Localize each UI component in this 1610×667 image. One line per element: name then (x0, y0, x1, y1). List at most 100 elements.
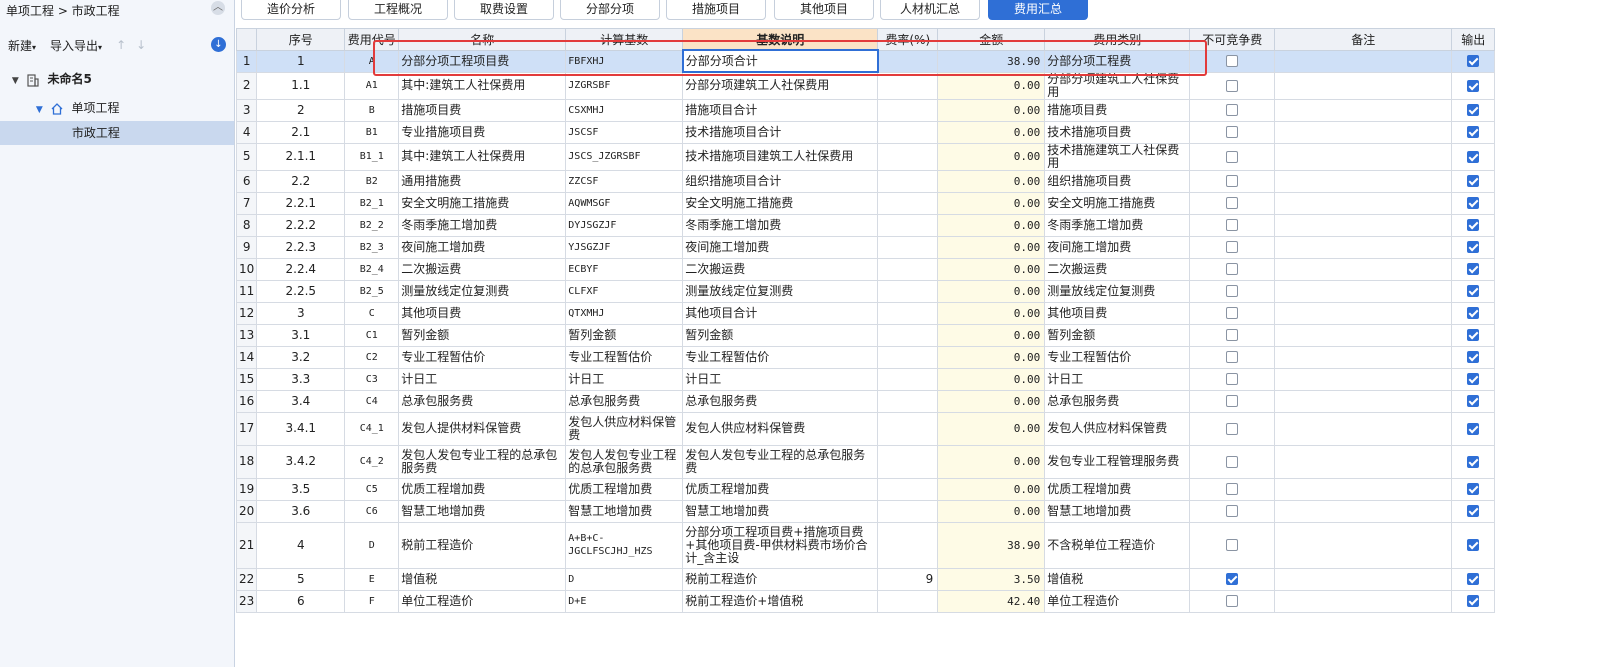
cell-amount[interactable]: 38.90 (937, 49, 1046, 73)
cell-code[interactable]: B2_3 (344, 235, 400, 259)
cell-category[interactable]: 发包人供应材料保管费 (1044, 411, 1191, 446)
header-name[interactable]: 名称 (398, 28, 567, 51)
row-number[interactable]: 12 (235, 301, 258, 325)
cell-base[interactable]: JSCSF (565, 120, 684, 144)
output-checkbox[interactable] (1467, 197, 1480, 209)
header-output[interactable]: 输出 (1451, 28, 1496, 51)
cell-seq[interactable]: 3.4.1 (256, 411, 346, 446)
table-row[interactable]: 3 2 B 措施项目费 CSXMHJ 措施项目合计 0.00 措施项目费 (235, 98, 1496, 122)
noncompete-checkbox[interactable] (1226, 373, 1239, 385)
row-number[interactable]: 22 (235, 567, 258, 591)
cell-note[interactable] (1274, 499, 1453, 523)
cell-seq[interactable]: 4 (256, 521, 346, 569)
cell-category[interactable]: 二次搬运费 (1044, 257, 1191, 281)
cell-code[interactable]: C4 (344, 389, 400, 413)
cell-name[interactable]: 其中:建筑工人社保费用 (398, 142, 567, 171)
cell-desc[interactable]: 夜间施工增加费 (682, 235, 879, 259)
cell-desc[interactable]: 税前工程造价 (682, 567, 879, 591)
header-rate[interactable]: 费率(%) (877, 28, 939, 51)
cell-seq[interactable]: 2.1.1 (256, 142, 346, 171)
noncompete-checkbox[interactable] (1226, 351, 1239, 363)
cell-note[interactable] (1274, 567, 1453, 591)
cell-amount[interactable]: 0.00 (937, 257, 1046, 281)
cell-rate[interactable] (877, 345, 939, 369)
cell-rate[interactable] (877, 499, 939, 523)
cell-category[interactable]: 分部分项工程费 (1044, 49, 1191, 73)
noncompete-checkbox[interactable] (1226, 505, 1239, 517)
cell-code[interactable]: B2_1 (344, 191, 400, 215)
cell-category[interactable]: 专业工程暂估价 (1044, 345, 1191, 369)
cell-base[interactable]: ECBYF (565, 257, 684, 281)
tab-5[interactable]: 其他项目 (774, 0, 874, 20)
cell-name[interactable]: 智慧工地增加费 (398, 499, 567, 523)
row-number[interactable]: 21 (235, 521, 258, 569)
output-checkbox[interactable] (1467, 505, 1480, 517)
cell-code[interactable]: B2_2 (344, 213, 400, 237)
cell-rate[interactable] (877, 98, 939, 122)
noncompete-checkbox[interactable] (1226, 175, 1239, 187)
table-row[interactable]: 21 4 D 税前工程造价 A+B+C-JGCLFSCJHJ_HZS 分部分项工程项目费+… (235, 521, 1496, 569)
cell-desc[interactable]: 分部分项建筑工人社保费用 (682, 71, 879, 100)
noncompete-checkbox[interactable] (1226, 285, 1239, 297)
tab-2[interactable]: 取费设置 (454, 0, 554, 20)
cell-name[interactable]: 其他项目费 (398, 301, 567, 325)
table-row[interactable]: 14 3.2 C2 专业工程暂估价 专业工程暂估价 专业工程暂估价 0.00 专业工程暂估价 (235, 345, 1496, 369)
cell-name[interactable]: 税前工程造价 (398, 521, 567, 569)
cell-note[interactable] (1274, 257, 1453, 281)
cell-name[interactable]: 发包人提供材料保管费 (398, 411, 567, 446)
cell-amount[interactable]: 0.00 (937, 120, 1046, 144)
output-checkbox[interactable] (1467, 150, 1480, 163)
output-checkbox[interactable] (1467, 351, 1480, 363)
cell-note[interactable] (1274, 120, 1453, 144)
cell-rate[interactable] (877, 323, 939, 347)
table-row[interactable]: 23 6 F 单位工程造价 D+E 税前工程造价+增值税 42.40 单位工程造价 (235, 589, 1496, 613)
cell-base[interactable]: D (565, 567, 684, 591)
noncompete-checkbox[interactable] (1226, 539, 1239, 551)
row-number[interactable]: 19 (235, 477, 258, 501)
cell-code[interactable]: B (344, 98, 400, 122)
row-number[interactable]: 1 (235, 49, 258, 73)
cell-amount[interactable]: 0.00 (937, 477, 1046, 501)
table-row[interactable]: 22 5 E 增值税 D 税前工程造价 9 3.50 增值税 (235, 567, 1496, 591)
cell-rate[interactable] (877, 477, 939, 501)
row-number[interactable]: 3 (235, 98, 258, 122)
cell-amount[interactable]: 0.00 (937, 345, 1046, 369)
cell-category[interactable]: 优质工程增加费 (1044, 477, 1191, 501)
cell-name[interactable]: 夜间施工增加费 (398, 235, 567, 259)
cell-desc[interactable]: 二次搬运费 (682, 257, 879, 281)
cell-seq[interactable]: 6 (256, 589, 346, 613)
cell-seq[interactable]: 3.4.2 (256, 444, 346, 479)
cell-code[interactable]: B2_5 (344, 279, 400, 303)
cell-name[interactable]: 单位工程造价 (398, 589, 567, 613)
cell-amount[interactable]: 0.00 (937, 169, 1046, 193)
cell-note[interactable] (1274, 142, 1453, 171)
output-checkbox[interactable] (1467, 285, 1480, 297)
cell-seq[interactable]: 2.2 (256, 169, 346, 193)
cell-seq[interactable]: 2 (256, 98, 346, 122)
noncompete-checkbox[interactable] (1226, 455, 1239, 468)
tree-item-project[interactable]: ▼ 未命名5 (0, 67, 234, 91)
cell-amount[interactable]: 0.00 (937, 235, 1046, 259)
row-number[interactable]: 16 (235, 389, 258, 413)
table-row[interactable]: 7 2.2.1 B2_1 安全文明施工措施费 AQWMSGF 安全文明施工措施费 0.00 安… (235, 191, 1496, 215)
row-number[interactable]: 6 (235, 169, 258, 193)
cell-note[interactable] (1274, 589, 1453, 613)
cell-category[interactable]: 增值税 (1044, 567, 1191, 591)
cell-code[interactable]: A1 (344, 71, 400, 100)
table-row[interactable]: 5 2.1.1 B1_1 其中:建筑工人社保费用 JSCS_JZGRSBF 技术措施项目建… (235, 142, 1496, 171)
cell-amount[interactable]: 0.00 (937, 71, 1046, 100)
cell-code[interactable]: C5 (344, 477, 400, 501)
cell-amount[interactable]: 0.00 (937, 499, 1046, 523)
output-checkbox[interactable] (1467, 55, 1480, 67)
cell-rate[interactable] (877, 49, 939, 73)
cell-seq[interactable]: 3.5 (256, 477, 346, 501)
cell-rate[interactable] (877, 389, 939, 413)
cell-rate[interactable] (877, 142, 939, 171)
output-checkbox[interactable] (1467, 175, 1480, 187)
cell-note[interactable] (1274, 235, 1453, 259)
output-checkbox[interactable] (1467, 422, 1480, 435)
cell-base[interactable]: DYJSGZJF (565, 213, 684, 237)
table-row[interactable]: 2 1.1 A1 其中:建筑工人社保费用 JZGRSBF 分部分项建筑工人社保费用 0.00… (235, 71, 1496, 100)
row-number[interactable]: 2 (235, 71, 258, 100)
table-row[interactable]: 8 2.2.2 B2_2 冬雨季施工增加费 DYJSGZJF 冬雨季施工增加费 0.00 冬雨… (235, 213, 1496, 237)
